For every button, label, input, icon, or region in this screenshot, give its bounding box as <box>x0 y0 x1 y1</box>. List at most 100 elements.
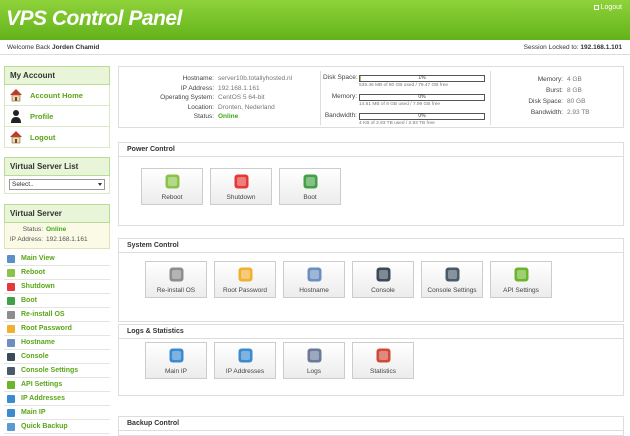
virtual-server-list-heading: Virtual Server List <box>4 157 110 176</box>
tile-label: Hostname <box>299 287 329 294</box>
section-title: Logs & Statistics <box>125 328 186 335</box>
menu-item-main-view[interactable]: Main View <box>4 252 110 266</box>
api-settings-button[interactable]: API Settings <box>490 261 552 298</box>
menu-item-label: Hostname <box>21 339 55 346</box>
hostname-icon <box>7 339 15 347</box>
logout-icon <box>593 4 599 10</box>
welcome-prefix: Welcome Back <box>7 44 51 51</box>
menu-item-reboot[interactable]: Reboot <box>4 266 110 280</box>
sub-bar: Welcome Back Jorden Chamid Session Locke… <box>0 40 630 55</box>
logs-button[interactable]: Logs <box>283 342 345 379</box>
info-value: CentOS 5 64-bit <box>218 94 265 101</box>
console-icon <box>376 267 391 282</box>
sidebar: My Account Account Home Profile Logout Vir… <box>4 66 110 434</box>
menu-item-quick-backup[interactable]: Quick Backup <box>4 420 110 434</box>
session-ip: 192.168.1.101 <box>580 44 622 51</box>
usage-bar-detail: 539.46 MB of 80 GB used / 79.47 GB free <box>359 83 449 88</box>
info-label: Operating System: <box>160 94 214 101</box>
ip-addresses-icon <box>7 395 15 403</box>
logout-link[interactable]: Logout <box>593 4 622 11</box>
house-icon <box>9 88 23 102</box>
menu-item-label: Quick Backup <box>21 423 68 430</box>
section-divider <box>119 252 623 253</box>
section-system-control: System Control Re-install OS Root Password… <box>118 238 624 322</box>
server-select-wrap: Select.. <box>4 176 110 194</box>
ip-addresses-button[interactable]: IP Addresses <box>214 342 276 379</box>
main-ip-button[interactable]: Main IP <box>145 342 207 379</box>
vs-status-value: Online <box>46 226 67 233</box>
usage-bar: 1% <box>359 75 485 82</box>
sidebar-item-account-home[interactable]: Account Home <box>4 85 110 106</box>
bar-label: Bandwidth: <box>323 112 357 121</box>
re-install-os-icon <box>7 311 15 319</box>
ip-addresses-icon <box>238 348 253 363</box>
menu-item-console-settings[interactable]: Console Settings <box>4 364 110 378</box>
reboot-button[interactable]: Reboot <box>141 168 203 205</box>
section-divider <box>119 156 623 157</box>
menu-item-label: Console <box>21 353 49 360</box>
hostname-button[interactable]: Hostname <box>283 261 345 298</box>
plan-value: 80 GB <box>567 98 586 105</box>
tile-label: Shutdown <box>226 194 256 201</box>
menu-item-ip-addresses[interactable]: IP Addresses <box>4 392 110 406</box>
console-settings-button[interactable]: Console Settings <box>421 261 483 298</box>
plan-label: Disk Space: <box>528 98 563 105</box>
header-bar: VPS Control Panel Logout <box>0 0 630 40</box>
menu-item-re-install-os[interactable]: Re-install OS <box>4 308 110 322</box>
info-row-status: Status: Online <box>123 113 238 122</box>
info-label: Hostname: <box>182 75 214 82</box>
info-row-operating-system: Operating System: CentOS 5 64-bit <box>123 94 265 103</box>
statistics-icon <box>376 348 391 363</box>
menu-item-console[interactable]: Console <box>4 350 110 364</box>
console-icon <box>7 353 15 361</box>
menu-item-main-ip[interactable]: Main IP <box>4 406 110 420</box>
brand-logo: VPS Control Panel <box>6 7 182 30</box>
plan-label: Burst: <box>546 87 563 94</box>
house-logout-icon <box>9 130 23 144</box>
divider <box>490 71 491 125</box>
menu-item-shutdown[interactable]: Shutdown <box>4 280 110 294</box>
usage-bar-detail: 14.61 MB of 8 GB used / 7.99 GB free <box>359 102 441 107</box>
re-install-os-button[interactable]: Re-install OS <box>145 261 207 298</box>
tile-label: Console <box>371 287 395 294</box>
chevron-down-icon <box>98 183 102 186</box>
api-settings-icon <box>7 381 15 389</box>
info-label: Location: <box>187 103 214 111</box>
server-select[interactable]: Select.. <box>9 179 105 190</box>
statistics-button[interactable]: Statistics <box>352 342 414 379</box>
virtual-server-heading: Virtual Server <box>4 204 110 223</box>
api-settings-icon <box>514 267 529 282</box>
shutdown-icon <box>7 283 15 291</box>
divider <box>320 71 321 125</box>
shutdown-button[interactable]: Shutdown <box>210 168 272 205</box>
sidebar-item-profile[interactable]: Profile <box>4 106 110 127</box>
my-account-heading: My Account <box>4 66 110 85</box>
info-row-hostname: Hostname: server10b.totallyhosted.nl <box>123 75 293 84</box>
boot-button[interactable]: Boot <box>279 168 341 205</box>
console-button[interactable]: Console <box>352 261 414 298</box>
info-row-ip-address: IP Address: 192.168.1.161 <box>123 85 260 94</box>
menu-item-api-settings[interactable]: API Settings <box>4 378 110 392</box>
main-view-icon <box>7 255 15 263</box>
section-power-control: Power Control Reboot Shutdown Boot <box>118 142 624 226</box>
usage-bar: 0% <box>359 94 485 101</box>
root-password-button[interactable]: Root Password <box>214 261 276 298</box>
virtual-server-info: Status: Online IP Address: 192.168.1.161 <box>4 223 110 249</box>
server-select-value: Select.. <box>12 181 34 188</box>
menu-item-hostname[interactable]: Hostname <box>4 336 110 350</box>
menu-item-label: Console Settings <box>21 367 79 374</box>
menu-item-root-password[interactable]: Root Password <box>4 322 110 336</box>
plan-value: 8 GB <box>567 87 582 94</box>
section-title: System Control <box>125 242 181 249</box>
logout-label: Logout <box>600 4 622 11</box>
plan-row-disk-space: Disk Space: 80 GB <box>495 98 585 107</box>
plan-row-bandwidth: Bandwidth: 2.93 TB <box>495 109 590 118</box>
reboot-icon <box>165 174 180 189</box>
menu-item-boot[interactable]: Boot <box>4 294 110 308</box>
sidebar-item-logout[interactable]: Logout <box>4 127 110 148</box>
plan-row-memory: Memory: 4 GB <box>495 76 582 85</box>
tile-label: Statistics <box>369 368 396 375</box>
reboot-icon <box>7 269 15 277</box>
main-ip-icon <box>169 348 184 363</box>
menu-item-label: Root Password <box>21 325 72 332</box>
